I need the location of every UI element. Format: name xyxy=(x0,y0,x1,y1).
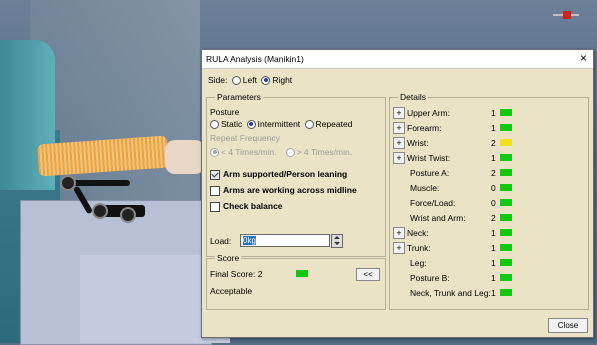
detail-value: 1 xyxy=(491,123,496,133)
detail-score-indicator xyxy=(500,139,512,146)
expand-button[interactable]: + xyxy=(393,227,405,239)
detail-label: Wrist and Arm: xyxy=(410,213,466,223)
side-selector: Side: Left Right xyxy=(208,75,292,86)
side-left-radio[interactable] xyxy=(231,75,241,85)
midline-checkbox-row[interactable]: Arms are working across midline xyxy=(210,185,357,196)
side-left-label: Left xyxy=(242,75,257,85)
detail-label: Leg: xyxy=(410,258,427,268)
parameters-title: Parameters xyxy=(215,92,263,102)
load-input[interactable]: 0kg xyxy=(240,234,330,247)
detail-label: Neck: xyxy=(407,228,429,238)
detail-value: 2 xyxy=(491,213,496,223)
check-balance-checkbox[interactable] xyxy=(210,201,220,212)
final-score-text: Final Score: 2 xyxy=(210,269,263,279)
side-right-label: Right xyxy=(272,75,293,85)
exoskeleton-device xyxy=(60,175,150,230)
repeat-lt4-radio[interactable] xyxy=(210,147,219,157)
detail-score-indicator xyxy=(500,289,512,296)
posture-label: Posture xyxy=(210,107,240,117)
detail-score-indicator xyxy=(500,199,512,206)
detail-score-indicator xyxy=(500,229,512,236)
detail-label: Wrist Twist: xyxy=(407,153,451,163)
detail-value: 1 xyxy=(491,243,496,253)
posture-repeated-label: Repeated xyxy=(315,119,353,129)
detail-value: 0 xyxy=(491,183,496,193)
close-button[interactable]: Close xyxy=(548,318,588,333)
repeat-frequency-options: < 4 Times/min. > 4 Times/min. xyxy=(208,147,352,158)
detail-value: 1 xyxy=(491,153,496,163)
expand-button[interactable]: + xyxy=(393,137,405,149)
dialog-title: RULA Analysis (Manikin1) xyxy=(206,54,304,64)
detail-score-indicator xyxy=(500,169,512,176)
close-icon[interactable]: × xyxy=(580,52,587,64)
load-label: Load: xyxy=(210,236,232,246)
detail-value: 0 xyxy=(491,198,496,208)
load-value: 0kg xyxy=(243,236,256,245)
midline-label: Arms are working across midline xyxy=(223,185,357,195)
posture-static-label: Static xyxy=(221,119,243,129)
repeat-lt4-label: < 4 Times/min. xyxy=(221,147,277,157)
score-verdict: Acceptable xyxy=(210,286,253,296)
arm-supported-checkbox[interactable] xyxy=(210,169,220,180)
side-right-radio[interactable] xyxy=(261,75,271,85)
midline-checkbox[interactable] xyxy=(210,185,220,196)
posture-intermittent-radio[interactable] xyxy=(246,119,256,129)
detail-value: 1 xyxy=(491,273,496,283)
load-spinner[interactable] xyxy=(331,234,343,248)
detail-label: Neck, Trunk and Leg: xyxy=(410,288,491,298)
detail-value: 2 xyxy=(491,168,496,178)
detail-value: 2 xyxy=(491,138,496,148)
detail-value: 1 xyxy=(491,288,496,298)
expand-button[interactable]: + xyxy=(393,122,405,134)
detail-score-indicator xyxy=(500,244,512,251)
arm-supported-label: Arm supported/Person leaning xyxy=(223,169,348,179)
detail-score-indicator xyxy=(500,154,512,161)
detail-label: Posture A: xyxy=(410,168,450,178)
parameters-group: Parameters Posture Static Intermittent R… xyxy=(206,92,386,257)
detail-label: Trunk: xyxy=(407,243,431,253)
detail-score-indicator xyxy=(500,259,512,266)
detail-score-indicator xyxy=(500,124,512,131)
posture-repeated-radio[interactable] xyxy=(304,119,314,129)
dialog-titlebar: RULA Analysis (Manikin1) × xyxy=(202,50,593,69)
expand-button[interactable]: + xyxy=(393,152,405,164)
detail-label: Posture B: xyxy=(410,273,450,283)
manikin-hand xyxy=(165,140,205,174)
detail-score-indicator xyxy=(500,214,512,221)
arm-supported-checkbox-row[interactable]: Arm supported/Person leaning xyxy=(210,169,347,180)
side-label: Side: xyxy=(208,75,228,85)
detail-label: Upper Arm: xyxy=(407,108,450,118)
expand-button[interactable]: + xyxy=(393,107,405,119)
repeat-frequency-label: Repeat Frequency xyxy=(210,133,280,143)
check-balance-row[interactable]: Check balance xyxy=(210,201,283,212)
score-title: Score xyxy=(215,253,242,263)
detail-score-indicator xyxy=(500,274,512,281)
posture-static-radio[interactable] xyxy=(210,119,219,129)
detail-value: 1 xyxy=(491,228,496,238)
details-group: Details + Upper Arm: 1 + Forearm: 1 + Wrist: 2 + W… xyxy=(389,92,589,310)
rula-analysis-dialog: RULA Analysis (Manikin1) × Side: Left Ri… xyxy=(201,49,594,338)
detail-value: 1 xyxy=(491,108,496,118)
detail-value: 1 xyxy=(491,258,496,268)
detail-score-indicator xyxy=(500,184,512,191)
detail-label: Wrist: xyxy=(407,138,429,148)
detail-label: Force/Load: xyxy=(410,198,456,208)
detail-label: Forearm: xyxy=(407,123,442,133)
posture-intermittent-label: Intermittent xyxy=(257,119,301,129)
check-balance-label: Check balance xyxy=(223,201,283,211)
repeat-gt4-radio[interactable] xyxy=(285,147,295,157)
collapse-details-button[interactable]: << xyxy=(356,268,380,281)
expand-button[interactable]: + xyxy=(393,242,405,254)
details-title: Details xyxy=(398,92,428,102)
compass-axis-icon xyxy=(553,10,579,20)
repeat-gt4-label: > 4 Times/min. xyxy=(296,147,353,157)
detail-label: Muscle: xyxy=(410,183,440,193)
final-score-indicator xyxy=(296,270,308,277)
detail-score-indicator xyxy=(500,109,512,116)
posture-options: Static Intermittent Repeated xyxy=(208,119,352,130)
score-group: Score Final Score: 2 << Acceptable xyxy=(206,253,386,310)
